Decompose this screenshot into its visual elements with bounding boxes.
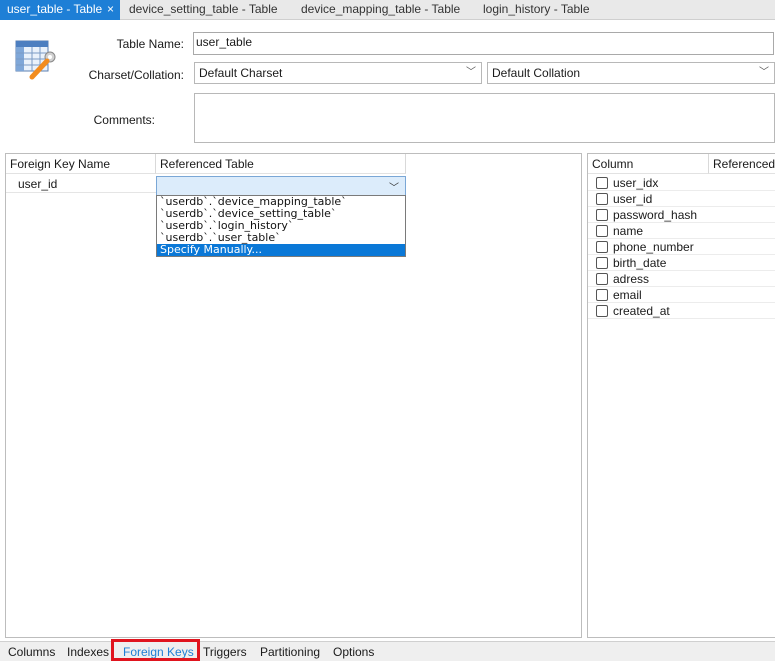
column-checkbox[interactable] bbox=[596, 257, 608, 269]
table-row[interactable]: name bbox=[588, 223, 775, 239]
column-checkbox[interactable] bbox=[596, 209, 608, 221]
chevron-down-icon: ﹀ bbox=[759, 67, 769, 78]
column-name: phone_number bbox=[613, 240, 694, 254]
tab-device-mapping-table[interactable]: device_mapping_table - Table bbox=[301, 0, 460, 20]
referenced-table-header[interactable]: Referenced Table bbox=[156, 154, 406, 174]
column-header[interactable]: Column bbox=[588, 154, 709, 174]
tab-label: device_setting_table - Table bbox=[129, 2, 278, 16]
referenced-table-combobox[interactable]: ﹀ bbox=[156, 176, 406, 196]
foreign-keys-grid: Foreign Key Name Referenced Table user_i… bbox=[5, 153, 582, 638]
referenced-table-dropdown: `userdb`.`device_mapping_table` `userdb`… bbox=[156, 195, 406, 257]
tab-indexes[interactable]: Indexes bbox=[67, 645, 109, 659]
tab-label: device_mapping_table - Table bbox=[301, 2, 461, 16]
tab-options[interactable]: Options bbox=[333, 645, 374, 659]
editor-tab-bar: user_table - Table × device_setting_tabl… bbox=[0, 0, 775, 20]
charset-collation-label: Charset/Collation: bbox=[88, 68, 184, 82]
collation-value: Default Collation bbox=[492, 66, 581, 80]
table-row[interactable]: created_at bbox=[588, 303, 775, 319]
column-name: user_idx bbox=[613, 176, 659, 190]
column-checkbox[interactable] bbox=[596, 305, 608, 317]
dropdown-option-specify-manually[interactable]: Specify Manually... bbox=[157, 244, 405, 256]
charset-value: Default Charset bbox=[199, 66, 283, 80]
column-name: password_hash bbox=[613, 208, 698, 222]
charset-select[interactable]: Default Charset ﹀ bbox=[194, 62, 482, 84]
column-checkbox[interactable] bbox=[596, 273, 608, 285]
table-row[interactable]: birth_date bbox=[588, 255, 775, 271]
tab-label: login_history - Table bbox=[483, 2, 590, 16]
fk-columns-grid: Column Referenced C user_idx user_idpassw… bbox=[587, 153, 775, 638]
tab-label: user_table - Table bbox=[7, 2, 103, 16]
tab-partitioning[interactable]: Partitioning bbox=[260, 645, 320, 659]
column-name: adress bbox=[613, 272, 650, 286]
tab-columns[interactable]: Columns bbox=[8, 645, 55, 659]
table-row[interactable]: user_idx bbox=[588, 175, 775, 191]
fk-name-cell[interactable]: user_id bbox=[18, 177, 57, 191]
chevron-down-icon[interactable]: ﹀ bbox=[389, 179, 399, 194]
column-name: name bbox=[613, 224, 644, 238]
chevron-down-icon: ﹀ bbox=[466, 67, 476, 78]
table-wrench-icon bbox=[15, 40, 56, 80]
column-checkbox[interactable] bbox=[596, 225, 608, 237]
table-row[interactable]: password_hash bbox=[588, 207, 775, 223]
collation-select[interactable]: Default Collation ﹀ bbox=[487, 62, 775, 84]
column-checkbox[interactable] bbox=[596, 289, 608, 301]
tab-triggers[interactable]: Triggers bbox=[203, 645, 247, 659]
tab-user-table[interactable]: user_table - Table × bbox=[0, 0, 120, 20]
column-name: birth_date bbox=[613, 256, 667, 270]
close-icon[interactable]: × bbox=[107, 0, 114, 19]
referenced-column-header[interactable]: Referenced C bbox=[709, 154, 775, 174]
table-name-input[interactable]: user_table bbox=[193, 32, 774, 55]
table-row[interactable]: adress bbox=[588, 271, 775, 287]
table-row[interactable]: user_id bbox=[588, 191, 775, 207]
table-name-value: user_table bbox=[196, 35, 253, 49]
column-name: user_id bbox=[613, 192, 653, 206]
fk-name-header[interactable]: Foreign Key Name bbox=[6, 154, 156, 174]
column-checkbox[interactable] bbox=[596, 241, 608, 253]
column-checkbox[interactable] bbox=[596, 193, 608, 205]
column-name: email bbox=[613, 288, 642, 302]
tab-device-setting-table[interactable]: device_setting_table - Table bbox=[129, 0, 278, 20]
comments-label: Comments: bbox=[93, 113, 155, 127]
column-checkbox[interactable] bbox=[596, 177, 608, 189]
table-row[interactable]: email bbox=[588, 287, 775, 303]
comments-textarea[interactable] bbox=[194, 93, 775, 143]
foreign-keys-tab-highlight bbox=[111, 639, 200, 661]
table-row[interactable]: phone_number bbox=[588, 239, 775, 255]
table-name-label: Table Name: bbox=[116, 37, 184, 51]
tab-login-history[interactable]: login_history - Table bbox=[483, 0, 590, 20]
column-name: created_at bbox=[613, 304, 670, 318]
